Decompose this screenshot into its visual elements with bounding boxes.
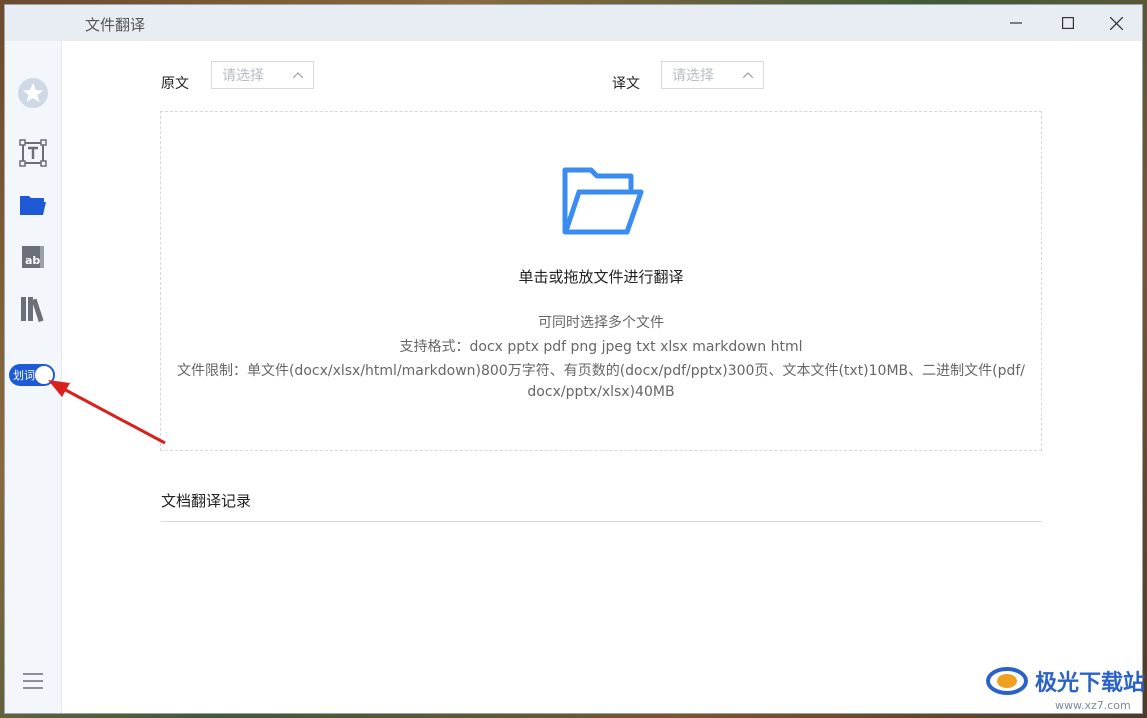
drop-zone-multi-note: 可同时选择多个文件	[538, 315, 664, 331]
close-icon	[1109, 16, 1123, 30]
folder-open-icon	[562, 167, 644, 235]
source-language-select[interactable]: 请选择	[211, 61, 314, 89]
divider	[161, 521, 1042, 522]
chevron-up-icon	[743, 72, 753, 78]
svg-text:ab: ab	[25, 254, 40, 267]
target-language-placeholder: 请选择	[672, 68, 714, 84]
drop-zone-limits-cont: docx/pptx/xlsx)40MB	[527, 384, 675, 400]
toggle-label: 划词	[13, 369, 35, 382]
minimize-button[interactable]	[990, 5, 1042, 41]
app-window: 文件翻译 ab 划词 原文 请选择 译文 请选择 单击或拖放文件进行翻译 可同时…	[5, 5, 1142, 713]
sidebar-item-image-translate[interactable]: ab	[17, 241, 49, 273]
watermark: 极光下载站	[985, 664, 1145, 698]
sidebar-item-library[interactable]	[17, 293, 49, 325]
file-drop-zone[interactable]: 单击或拖放文件进行翻译 可同时选择多个文件 支持格式：docx pptx pdf…	[160, 111, 1042, 451]
watermark-logo-icon	[986, 667, 1028, 695]
hamburger-menu-icon	[23, 673, 43, 689]
source-language-label: 原文	[161, 76, 189, 92]
library-books-icon	[21, 297, 44, 322]
folder-open-icon	[20, 196, 46, 215]
chevron-up-icon	[293, 72, 303, 78]
menu-button[interactable]	[17, 665, 49, 697]
drop-zone-formats: 支持格式：docx pptx pdf png jpeg txt xlsx mar…	[399, 339, 803, 355]
sidebar-item-text-translate[interactable]	[17, 137, 49, 169]
source-language-placeholder: 请选择	[222, 68, 264, 84]
window-title: 文件翻译	[85, 16, 146, 34]
close-button[interactable]	[1090, 5, 1142, 41]
translation-records-title: 文档翻译记录	[161, 492, 252, 510]
target-language-label: 译文	[612, 76, 640, 92]
drop-zone-instruction: 单击或拖放文件进行翻译	[518, 268, 684, 286]
minimize-icon	[1010, 22, 1022, 24]
main-panel: 原文 请选择 译文 请选择 单击或拖放文件进行翻译 可同时选择多个文件 支持格式…	[61, 41, 1142, 713]
maximize-icon	[1062, 17, 1074, 29]
drop-zone-limits: 文件限制：单文件(docx/xlsx/html/markdown)800万字符、…	[176, 363, 1026, 379]
image-text-icon: ab	[22, 246, 44, 268]
title-bar: 文件翻译	[5, 5, 1142, 41]
target-language-select[interactable]: 请选择	[661, 61, 764, 89]
sidebar-item-file-translate[interactable]	[17, 189, 49, 221]
sidebar-item-favorites[interactable]	[17, 77, 49, 109]
star-badge-icon	[18, 78, 48, 108]
watermark-text: 极光下载站	[1035, 671, 1146, 696]
red-annotation-arrow	[48, 380, 166, 445]
text-translate-icon	[19, 139, 47, 167]
maximize-button[interactable]	[1042, 5, 1094, 41]
watermark-url: www.xz7.com	[1055, 699, 1131, 712]
